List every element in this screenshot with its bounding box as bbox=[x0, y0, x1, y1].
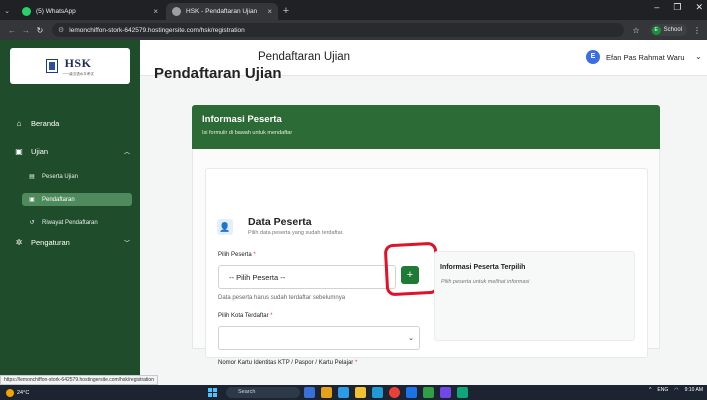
sidebar-item-label: Ujian bbox=[31, 146, 49, 156]
sidebar-subitem-riwayat[interactable]: ↺ Riwayat Pendaftaran bbox=[22, 216, 132, 229]
app-icon[interactable] bbox=[321, 387, 332, 398]
forward-icon[interactable]: → bbox=[20, 26, 32, 35]
reload-icon[interactable]: ↻ bbox=[34, 26, 46, 35]
new-tab-button[interactable]: + bbox=[278, 3, 294, 20]
profile-label: School bbox=[663, 27, 682, 33]
sidebar-item-label: Beranda bbox=[31, 118, 60, 128]
bookmark-star-icon[interactable]: ☆ bbox=[632, 26, 639, 35]
taskbar-search[interactable]: Search bbox=[226, 387, 300, 398]
windows-start-icon[interactable] bbox=[208, 388, 217, 397]
sidebar: HSK 一一级汉语水平考试 ⌂ Beranda ▣ Ujian ︿ ▤ Pese… bbox=[0, 40, 140, 385]
maximize-icon[interactable]: ❐ bbox=[673, 2, 681, 13]
chrome-icon[interactable] bbox=[389, 387, 400, 398]
close-tab-icon[interactable]: × bbox=[153, 7, 158, 16]
back-icon[interactable]: ← bbox=[6, 26, 18, 35]
peserta-hint: Data peserta harus sudah terdaftar sebel… bbox=[218, 295, 346, 301]
sidebar-subitem-peserta-ujian[interactable]: ▤ Peserta Ujian bbox=[22, 170, 132, 183]
system-tray: ^ ENG ◠ 9:10 AM bbox=[649, 387, 703, 393]
close-window-icon[interactable]: ✕ bbox=[695, 2, 703, 13]
sun-icon bbox=[6, 388, 14, 397]
chevron-up-icon[interactable]: ^ bbox=[649, 387, 651, 393]
globe-icon bbox=[172, 7, 181, 16]
card-header: Informasi Peserta Isi formulir di bawah … bbox=[192, 105, 660, 149]
hsk-emblem-icon bbox=[46, 59, 59, 73]
page-title: Pendaftaran Ujian bbox=[154, 65, 282, 82]
app-icon[interactable] bbox=[355, 387, 366, 398]
browser-toolbar: ← → ↻ ⚙ lemonchiffon-stork-642579.hostin… bbox=[0, 20, 707, 40]
sidebar-item-label: Pengaturan bbox=[31, 237, 70, 247]
user-name[interactable]: Efan Pas Rahmat Waru bbox=[606, 53, 685, 62]
clipboard-icon: ▣ bbox=[15, 146, 23, 156]
logo-title: HSK bbox=[64, 55, 92, 70]
peserta-select[interactable]: -- Pilih Peserta -- ⌄ bbox=[218, 265, 396, 289]
window-controls: – ❐ ✕ bbox=[654, 2, 703, 13]
profile-avatar: E bbox=[651, 25, 661, 35]
app-icon[interactable] bbox=[304, 387, 315, 398]
info-panel-subtitle: Pilih peserta untuk melihat informasi bbox=[441, 279, 530, 285]
address-bar[interactable]: ⚙ lemonchiffon-stork-642579.hostingersit… bbox=[52, 23, 625, 37]
app-icon[interactable] bbox=[406, 387, 417, 398]
wifi-icon[interactable]: ◠ bbox=[674, 387, 678, 393]
sidebar-subitem-label: Peserta Ujian bbox=[42, 173, 79, 180]
sidebar-subitem-label: Pendaftaran bbox=[42, 196, 75, 203]
logo-subtitle: 一一级汉语水平考试 bbox=[62, 71, 94, 76]
user-icon: 👤 bbox=[217, 219, 233, 235]
card-subtitle: Isi formulir di bawah untuk mendaftar bbox=[202, 130, 293, 136]
tab-title: (5) WhatsApp bbox=[36, 8, 76, 15]
language-indicator[interactable]: ENG bbox=[657, 387, 668, 393]
tab-title: HSK - Pendaftaran Ujian bbox=[186, 8, 258, 15]
app-icon[interactable] bbox=[440, 387, 451, 398]
kota-label: Pilih Kota Terdaftar * bbox=[218, 313, 273, 319]
minimize-icon[interactable]: – bbox=[654, 2, 659, 13]
info-panel-title: Informasi Peserta Terpilih bbox=[440, 264, 526, 271]
weather-widget[interactable]: 24°C bbox=[6, 388, 30, 397]
profile-chip[interactable]: E School bbox=[649, 24, 687, 36]
highlight-annotation bbox=[383, 241, 440, 297]
status-url-tooltip: https://lemonchiffon-stork-642579.hostin… bbox=[0, 375, 158, 385]
url-text: lemonchiffon-stork-642579.hostingersite.… bbox=[69, 26, 245, 34]
card-title: Informasi Peserta bbox=[202, 114, 282, 125]
more-menu-icon[interactable]: ⋮ bbox=[693, 26, 701, 35]
section-title: Data Peserta bbox=[248, 216, 312, 228]
peserta-select-value: -- Pilih Peserta -- bbox=[229, 272, 286, 282]
tab-search-icon[interactable]: ⌄ bbox=[0, 3, 14, 20]
sidebar-item-ujian[interactable]: ▣ Ujian ︿ bbox=[0, 142, 140, 160]
browser-tabstrip: ⌄ (5) WhatsApp × HSK - Pendaftaran Ujian… bbox=[0, 0, 707, 20]
hsk-logo[interactable]: HSK 一一级汉语水平考试 bbox=[10, 48, 130, 84]
section-subtitle: Pilih data peserta yang sudah terdaftar. bbox=[248, 230, 344, 236]
app-icon[interactable] bbox=[423, 387, 434, 398]
kota-select[interactable]: ⌄ bbox=[218, 326, 420, 350]
close-tab-icon[interactable]: × bbox=[267, 7, 272, 16]
taskbar-apps bbox=[304, 387, 468, 398]
clipboard-icon: ▣ bbox=[29, 197, 35, 203]
gear-icon: ✲ bbox=[15, 237, 23, 247]
app-icon[interactable] bbox=[338, 387, 349, 398]
user-avatar[interactable]: E bbox=[586, 50, 600, 64]
history-icon: ↺ bbox=[29, 220, 35, 226]
windows-taskbar: 24°C Search ^ ENG ◠ 9:10 AM bbox=[0, 385, 707, 400]
site-info-icon[interactable]: ⚙ bbox=[58, 26, 64, 34]
ktp-label: Nomor Kartu Identitas KTP / Paspor / Kar… bbox=[218, 360, 358, 366]
chevron-down-icon: ⌄ bbox=[408, 335, 414, 342]
chevron-up-icon: ︿ bbox=[123, 149, 130, 156]
sidebar-item-beranda[interactable]: ⌂ Beranda bbox=[0, 114, 140, 132]
weather-temp: 24°C bbox=[17, 389, 30, 396]
id-card-icon: ▤ bbox=[29, 174, 35, 180]
sidebar-subitem-label: Riwayat Pendaftaran bbox=[42, 219, 98, 226]
home-icon: ⌂ bbox=[16, 118, 22, 128]
chevron-down-icon: ﹀ bbox=[123, 240, 130, 247]
app-icon[interactable] bbox=[372, 387, 383, 398]
sidebar-item-pengaturan[interactable]: ✲ Pengaturan ﹀ bbox=[0, 233, 140, 251]
tab-whatsapp[interactable]: (5) WhatsApp × bbox=[16, 3, 164, 20]
tab-hsk[interactable]: HSK - Pendaftaran Ujian × bbox=[166, 3, 278, 20]
sidebar-subitem-pendaftaran[interactable]: ▣ Pendaftaran bbox=[22, 193, 132, 206]
app-icon[interactable] bbox=[457, 387, 468, 398]
topbar-title: Pendaftaran Ujian bbox=[258, 51, 351, 63]
clock[interactable]: 9:10 AM bbox=[685, 387, 703, 393]
peserta-label: Pilih Peserta * bbox=[218, 252, 256, 258]
chevron-down-icon[interactable]: ⌄ bbox=[695, 52, 702, 61]
whatsapp-icon bbox=[22, 7, 31, 16]
